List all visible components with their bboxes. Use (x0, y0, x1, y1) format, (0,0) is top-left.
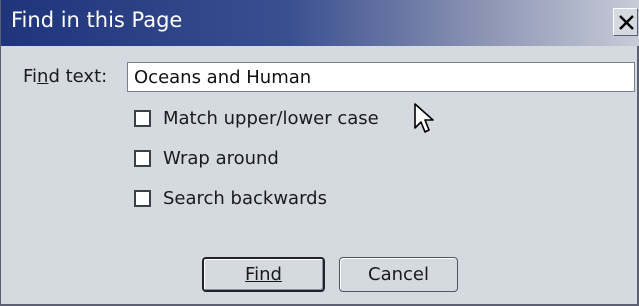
find-text-label: Find text: (23, 66, 107, 87)
find-text-input[interactable] (127, 62, 635, 92)
mouse-pointer-icon (414, 103, 434, 133)
find-label-accelerator: n (37, 66, 49, 87)
search-backwards-option[interactable]: Search backwards (134, 188, 327, 209)
search-backwards-label: Search backwards (163, 188, 327, 209)
match-case-option[interactable]: Match upper/lower case (134, 108, 379, 129)
find-label-suffix: d text: (48, 66, 108, 87)
close-button[interactable] (613, 8, 638, 36)
wrap-around-option[interactable]: Wrap around (134, 148, 279, 169)
cancel-button[interactable]: Cancel (339, 257, 458, 292)
search-backwards-checkbox[interactable] (134, 190, 151, 207)
match-case-checkbox[interactable] (134, 110, 151, 127)
close-icon (619, 15, 634, 30)
match-case-label: Match upper/lower case (163, 108, 379, 129)
find-label-prefix: Fi (23, 66, 38, 87)
wrap-around-checkbox[interactable] (134, 150, 151, 167)
find-button-label: Find (245, 264, 282, 285)
title-bar[interactable]: Find in this Page (1, 0, 639, 46)
dialog-title: Find in this Page (11, 8, 183, 32)
wrap-around-label: Wrap around (163, 148, 279, 169)
find-dialog: Find in this Page Find text: Match upper… (0, 0, 639, 306)
find-button[interactable]: Find (202, 257, 325, 292)
